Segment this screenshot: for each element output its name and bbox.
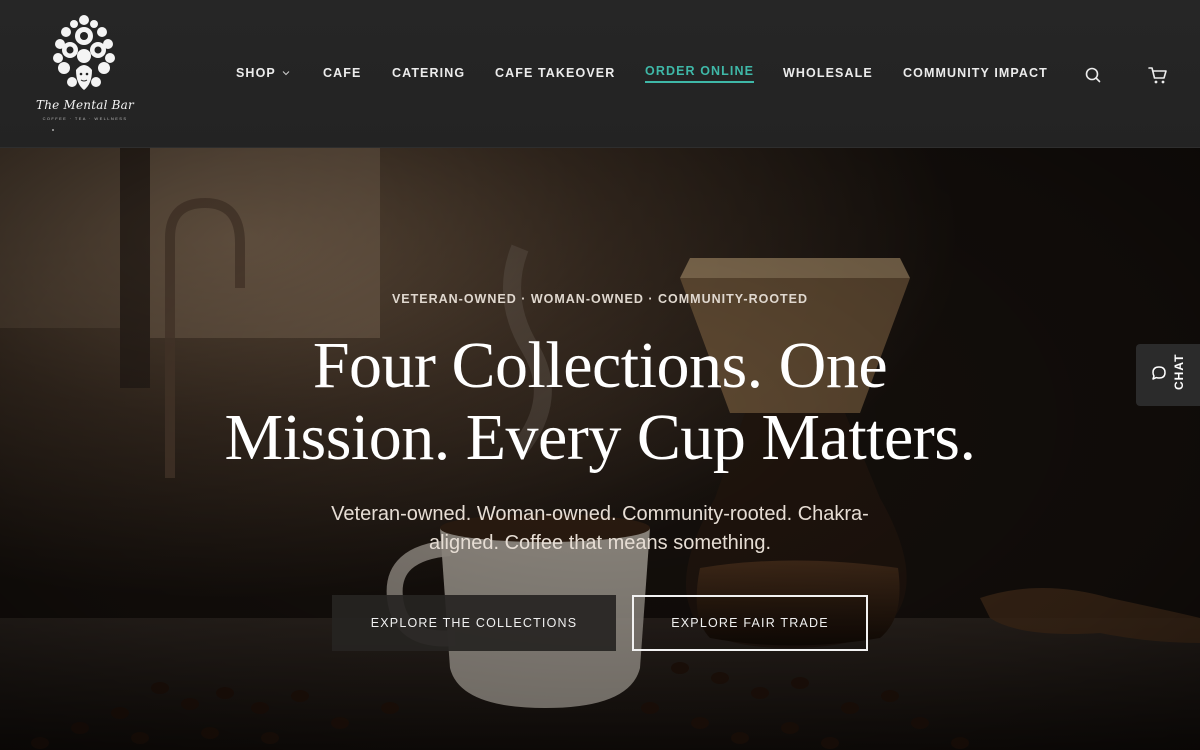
main-nav: SHOP CAFE CATERING CAFE TAKEOVER ORDER O… (0, 0, 1200, 148)
hero-section: VETERAN-OWNED · WOMAN-OWNED · COMMUNITY-… (0, 148, 1200, 750)
search-icon (1085, 67, 1101, 83)
nav-item-shop[interactable]: SHOP (236, 66, 290, 80)
headline-line-1: Four Collections. One (312, 329, 888, 402)
chevron-down-icon (282, 71, 290, 76)
headline-line-2: Mission. Every Cup Matters. (224, 401, 976, 474)
cart-icon (1148, 67, 1167, 84)
explore-fair-trade-button[interactable]: EXPLORE FAIR TRADE (632, 595, 868, 651)
cart-button[interactable] (1147, 64, 1169, 86)
hero-headline: Four Collections. One Mission. Every Cup… (160, 330, 1040, 474)
explore-collections-button[interactable]: EXPLORE THE COLLECTIONS (332, 595, 616, 651)
site-header: The Mental Bar COFFEE · TEA · WELLNESS S… (0, 0, 1200, 148)
nav-item-wholesale[interactable]: WHOLESALE (783, 66, 873, 80)
hero-subhead: Veteran-owned. Woman-owned. Community-ro… (331, 503, 869, 554)
nav-item-cafe[interactable]: CAFE (323, 66, 361, 80)
chat-label: CHAT (1172, 353, 1186, 390)
hero-eyebrow: VETERAN-OWNED · WOMAN-OWNED · COMMUNITY-… (391, 292, 809, 306)
search-button[interactable] (1082, 64, 1104, 86)
chat-bubble-icon (1152, 366, 1166, 380)
nav-item-cafe-takeover[interactable]: CAFE TAKEOVER (495, 66, 615, 80)
chat-button[interactable]: CHAT (1136, 344, 1200, 406)
nav-item-catering[interactable]: CATERING (392, 66, 465, 80)
nav-item-community-impact[interactable]: COMMUNITY IMPACT (903, 66, 1048, 80)
nav-item-order-online[interactable]: ORDER ONLINE (645, 64, 755, 83)
nav-item-label: SHOP (236, 66, 276, 80)
